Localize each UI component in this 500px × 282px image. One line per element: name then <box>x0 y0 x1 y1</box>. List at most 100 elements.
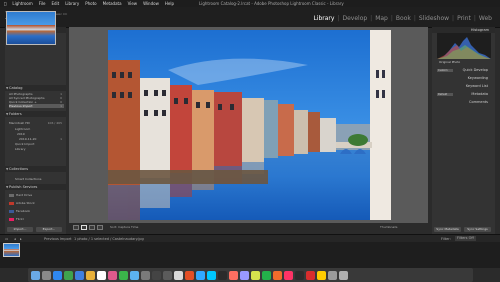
metadata-preset-dropdown[interactable]: Default <box>437 93 453 96</box>
facebook-icon <box>9 209 14 213</box>
catalog-header[interactable]: ▼ Catalog <box>5 85 66 91</box>
filmstrip-thumbnail[interactable] <box>3 243 20 257</box>
acrobat-icon[interactable] <box>295 270 304 280</box>
creative-cloud-icon[interactable] <box>306 270 315 280</box>
collections-header[interactable]: ▼ Collections <box>5 166 66 172</box>
menu-photo[interactable]: Photo <box>82 0 99 7</box>
publish-hard-drive[interactable]: Hard Drive <box>9 193 64 198</box>
import-button[interactable]: Import... <box>7 227 33 232</box>
menu-lightroom[interactable]: Lightroom <box>9 0 35 7</box>
indesign-icon[interactable] <box>284 270 293 280</box>
menu-help[interactable]: Help <box>162 0 177 7</box>
thumbnails-label: Thumbnails <box>380 225 398 229</box>
menu-view[interactable]: View <box>125 0 141 7</box>
launchpad-icon[interactable] <box>42 270 51 280</box>
main-photo[interactable] <box>108 30 391 220</box>
hard-drive-icon <box>9 193 14 197</box>
premiere-icon[interactable] <box>240 270 249 280</box>
module-web[interactable]: Web <box>477 15 494 22</box>
collapse-triangle-icon: ▼ <box>6 167 9 171</box>
collapse-triangle-icon: ▼ <box>6 112 9 116</box>
safari-icon[interactable] <box>53 270 62 280</box>
module-slideshow[interactable]: Slideshow <box>417 15 451 22</box>
flickr-icon <box>9 217 14 221</box>
music-icon[interactable] <box>152 270 161 280</box>
folders-header[interactable]: ▼ Folders <box>5 111 66 117</box>
keywording-header[interactable]: Keywording <box>435 76 492 81</box>
export-button[interactable]: Export... <box>36 227 62 232</box>
sort-label[interactable]: Sort: Capture Time <box>110 225 138 229</box>
filmstrip <box>0 242 500 268</box>
folder-item[interactable]: Library <box>15 147 64 151</box>
adobe-stock-icon <box>9 201 14 205</box>
left-panel: ▼Navigator ▼Catalog All Photographs1 All… <box>5 27 66 234</box>
folder-volume[interactable]: Macintosh HD 106 / 465 <box>9 121 64 125</box>
mail-icon[interactable] <box>75 270 84 280</box>
messages-icon[interactable] <box>64 270 73 280</box>
module-map[interactable]: Map <box>373 15 390 22</box>
folder-icon[interactable] <box>317 270 326 280</box>
compare-view-icon[interactable] <box>89 225 95 230</box>
photoshop-icon[interactable] <box>196 270 205 280</box>
module-picker: Library | Develop | Map | Book | Slideshow | … <box>311 15 494 22</box>
original-photo-toggle[interactable]: Original Photo <box>435 60 492 65</box>
preset-dropdown[interactable]: Custom <box>437 69 453 72</box>
metadata-header[interactable]: Default Metadata <box>435 92 492 97</box>
illustrator-icon[interactable] <box>229 270 238 280</box>
finder-icon[interactable] <box>31 270 40 280</box>
publish-adobe-stock[interactable]: Adobe Stock <box>9 201 64 206</box>
chrome-icon[interactable] <box>185 270 194 280</box>
bridge-icon[interactable] <box>207 270 216 280</box>
folder-item[interactable]: 2019-11-20 1 <box>19 137 64 141</box>
photos-icon[interactable] <box>108 270 117 280</box>
notes-icon[interactable] <box>86 270 95 280</box>
module-book[interactable]: Book <box>394 15 413 22</box>
mac-menu-bar:  Lightroom File Edit Library Photo Meta… <box>0 0 500 7</box>
quick-develop-header[interactable]: Custom Quick Develop <box>435 68 492 73</box>
downloads-icon[interactable] <box>328 270 337 280</box>
preview-icon[interactable] <box>174 270 183 280</box>
apple-menu-icon[interactable]:  <box>0 0 9 7</box>
menu-file[interactable]: File <box>36 0 49 7</box>
module-print[interactable]: Print <box>455 15 473 22</box>
survey-view-icon[interactable] <box>97 225 103 230</box>
facetime-icon[interactable] <box>119 270 128 280</box>
terminal-icon[interactable] <box>163 270 172 280</box>
keyword-list-header[interactable]: Keyword List <box>435 84 492 89</box>
app-store-icon[interactable] <box>130 270 139 280</box>
folder-item[interactable]: Lightroom <box>15 127 64 131</box>
filter-dropdown[interactable]: Filters Off <box>455 236 476 241</box>
window-title: Lightroom Catalog-2.lrcat - Adobe Photos… <box>199 1 344 6</box>
collapse-triangle-icon: ▼ <box>6 86 9 90</box>
publish-facebook[interactable]: Facebook <box>9 209 64 214</box>
smart-collections[interactable]: Smart Collections <box>15 177 64 181</box>
navigator-preview[interactable] <box>6 11 56 45</box>
trash-icon[interactable] <box>339 270 348 280</box>
menu-edit[interactable]: Edit <box>48 0 62 7</box>
animate-icon[interactable] <box>273 270 282 280</box>
calendar-icon[interactable] <box>97 270 106 280</box>
lightroom-classic-icon[interactable] <box>218 270 227 280</box>
sync-metadata-button[interactable]: Sync Metadata <box>434 227 461 232</box>
comments-header[interactable]: Comments <box>435 100 492 105</box>
menu-window[interactable]: Window <box>140 0 162 7</box>
mac-dock <box>28 268 473 282</box>
histogram-graph <box>437 37 491 59</box>
folder-item[interactable]: Quick Import <box>15 142 64 146</box>
module-library[interactable]: Library <box>311 15 336 22</box>
audition-icon[interactable] <box>251 270 260 280</box>
menu-metadata[interactable]: Metadata <box>100 0 125 7</box>
dreamweaver-icon[interactable] <box>262 270 271 280</box>
folder-item[interactable]: 2019 <box>17 132 64 136</box>
sync-settings-button[interactable]: Sync Settings <box>464 227 491 232</box>
histogram <box>437 33 491 59</box>
menu-library[interactable]: Library <box>62 0 82 7</box>
catalog-previous-import[interactable]: Previous Import 1 <box>9 104 64 108</box>
publish-flickr[interactable]: Flickr <box>9 217 64 222</box>
loupe-view-icon[interactable] <box>81 225 87 230</box>
photo-image <box>108 30 391 220</box>
publish-services-header[interactable]: ▼ Publish Services <box>5 184 66 190</box>
grid-view-icon[interactable] <box>73 225 79 230</box>
module-develop[interactable]: Develop <box>340 15 369 22</box>
system-preferences-icon[interactable] <box>141 270 150 280</box>
